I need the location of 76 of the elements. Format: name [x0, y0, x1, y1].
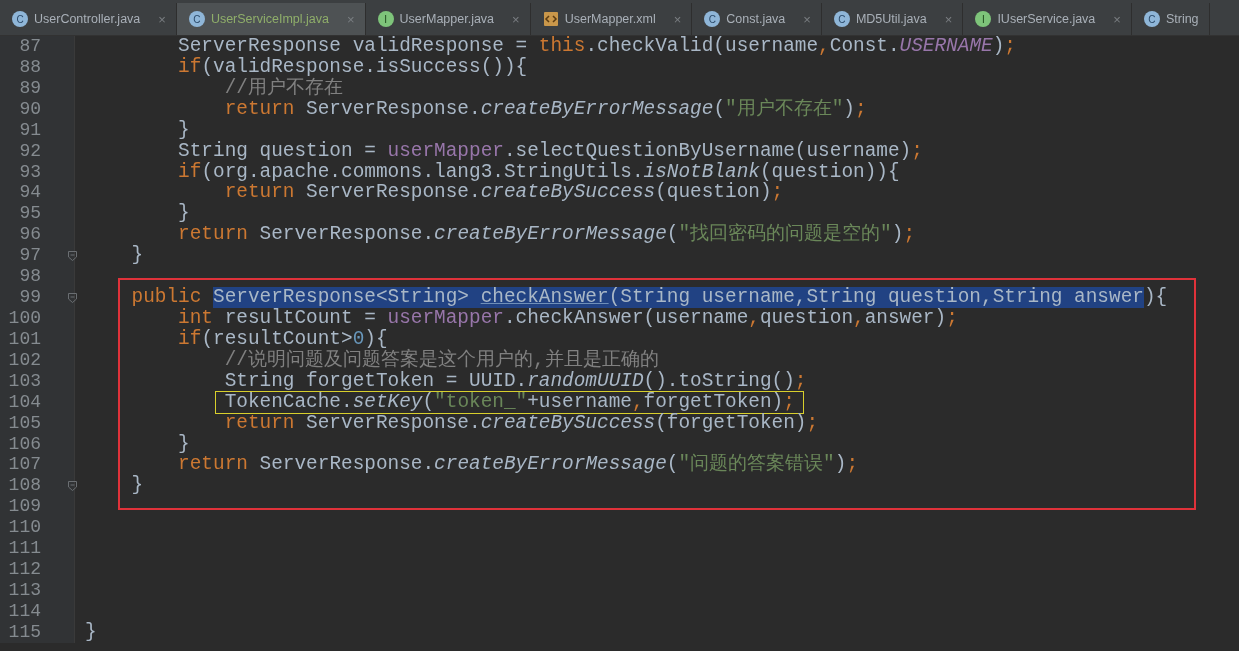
class-icon: C	[704, 11, 721, 27]
code-line: //用户不存在	[223, 77, 343, 99]
line-number: 108	[7, 475, 41, 497]
code-line: public ServerResponse<String> checkAnswer(String username,String question,String answer){	[130, 287, 1168, 308]
line-number: 87	[18, 36, 41, 57]
code-line: return ServerResponse.createBySuccess(question);	[223, 182, 784, 204]
interface-icon: I	[975, 11, 992, 27]
line-number: 110	[7, 517, 41, 539]
line-number: 115	[7, 621, 41, 643]
line-number: 109	[7, 496, 41, 518]
close-icon[interactable]: ×	[673, 11, 682, 27]
fold-marker-icon[interactable]	[68, 251, 77, 262]
line-number: 102	[7, 349, 41, 371]
line-number: 106	[7, 433, 41, 455]
interface-icon: I	[377, 11, 394, 27]
xml-file-icon	[542, 11, 559, 27]
code-line: }	[130, 245, 144, 267]
code-line: }	[130, 475, 144, 497]
line-number: 97	[18, 245, 41, 267]
line-number: 94	[18, 182, 41, 204]
line-number: 91	[18, 119, 41, 141]
close-icon[interactable]: ×	[512, 11, 520, 27]
close-icon[interactable]: ×	[1113, 11, 1121, 27]
line-number: 96	[18, 224, 41, 246]
fold-marker-icon[interactable]	[68, 481, 77, 492]
code-line: }	[177, 203, 190, 225]
code-line: //说明问题及问题答案是这个用户的,并且是正确的	[224, 349, 659, 371]
line-number: 112	[7, 559, 41, 580]
line-number: 113	[7, 579, 41, 601]
file-tab[interactable]: C MD5Util.java ×	[821, 3, 964, 35]
class-icon: C	[188, 11, 205, 27]
close-icon[interactable]: ×	[803, 11, 811, 27]
line-number: 101	[7, 328, 41, 350]
code-line: }	[177, 433, 190, 455]
line-number: 93	[18, 161, 41, 183]
close-icon[interactable]: ×	[158, 11, 166, 27]
code-line: return ServerResponse.createByErrorMessage("用户不存在");	[223, 98, 867, 120]
line-number: 104	[7, 391, 41, 413]
file-tab[interactable]: C UserController.java ×	[0, 3, 177, 35]
file-tab[interactable]: UserMapper.xml ×	[530, 3, 693, 35]
file-tab[interactable]: C String	[1131, 3, 1210, 35]
line-number: 100	[7, 308, 41, 329]
file-tab[interactable]: C UserServiceImpl.java ×	[176, 3, 366, 35]
code-line: return ServerResponse.createByErrorMessage("找回密码的问题是空的");	[177, 224, 916, 246]
class-icon: C	[1143, 11, 1160, 27]
code-line: }	[177, 119, 190, 141]
line-number: 89	[18, 77, 41, 99]
file-tab[interactable]: I UserMapper.java ×	[365, 3, 531, 35]
code-line: if(org.apache.commons.lang3.StringUtils.isNotBlank(question)){	[177, 161, 900, 183]
line-number: 105	[7, 412, 41, 434]
code-line: int resultCount = userMapper.checkAnswer(username,question,answer);	[177, 308, 958, 329]
line-number: 114	[7, 600, 41, 622]
line-number: 99	[18, 287, 41, 308]
line-number: 92	[18, 140, 41, 162]
code-line: String question = userMapper.selectQuestionByUsername(username);	[177, 140, 923, 162]
line-number: 111	[7, 538, 41, 560]
class-icon: C	[12, 11, 28, 27]
code-line: ServerResponse validResponse = this.checkValid(username,Const.USERNAME);	[177, 36, 1016, 57]
class-icon: C	[833, 11, 850, 27]
line-number: 98	[18, 266, 41, 288]
file-tab[interactable]: I IUserService.java ×	[963, 3, 1132, 35]
line-number: 88	[18, 56, 41, 78]
code-line: if(resultCount>0){	[177, 328, 388, 350]
code-line: return ServerResponse.createBySuccess(forgetToken);	[223, 412, 819, 434]
code-line: if(validResponse.isSuccess()){	[177, 56, 528, 78]
code-line: String forgetToken = UUID.randomUUID().toString();	[223, 370, 807, 392]
line-number: 95	[18, 203, 41, 225]
file-tab[interactable]: C Const.java ×	[692, 3, 822, 35]
code-line: return ServerResponse.createByErrorMessage("问题的答案错误");	[177, 454, 859, 476]
line-number: 107	[7, 454, 41, 476]
fold-marker-icon[interactable]	[68, 293, 77, 304]
close-icon[interactable]: ×	[944, 11, 953, 27]
line-number: 103	[7, 370, 41, 392]
line-number: 90	[18, 98, 41, 120]
code-line: }	[84, 621, 97, 643]
highlighted-code-line: TokenCache.setKey("token_"+username,forgetToken);	[215, 391, 803, 413]
